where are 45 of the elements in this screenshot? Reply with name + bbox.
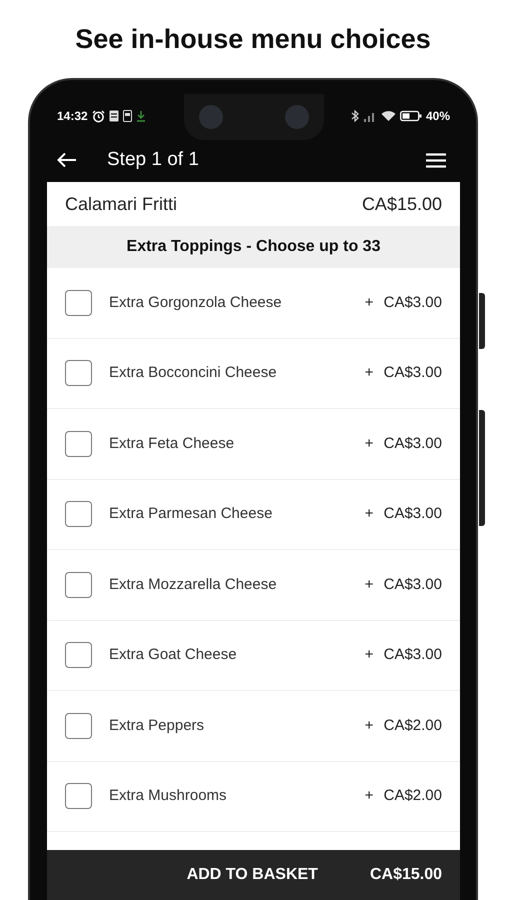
option-label: Extra Gorgonzola Cheese [109,292,283,312]
bluetooth-icon [350,110,359,122]
section-header: Extra Toppings - Choose up to 33 [47,226,460,268]
option-price: + CA$2.00 [364,786,442,806]
option-price: + CA$3.00 [364,504,442,524]
screen-title: Step 1 of 1 [107,148,200,172]
battery-icon [400,110,422,122]
checkbox[interactable] [65,290,92,316]
option-price: + CA$3.00 [364,645,442,665]
camera-lens-icon [198,104,224,130]
checkbox[interactable] [65,430,92,457]
wifi-icon [380,110,396,122]
option-price: + CA$2.00 [364,716,442,736]
status-time: 14:32 [57,108,88,125]
option-label: Extra Goat Cheese [109,645,238,665]
option-label: Extra Feta Cheese [109,434,236,454]
option-price: + CA$3.00 [364,292,442,312]
option-label: Extra Bocconcini Cheese [109,363,278,383]
battery-level: 40% [426,108,450,125]
camera-lens-icon [284,104,310,130]
option-price: + CA$3.00 [364,574,442,594]
option-price: + CA$3.00 [364,363,442,383]
alarm-icon [92,110,105,122]
option-price: + CA$3.00 [364,434,442,454]
add-to-basket-button[interactable]: ADD TO BASKET [186,863,318,887]
item-price: CA$15.00 [362,192,442,216]
checkbox[interactable] [65,572,92,598]
menu-icon[interactable] [426,152,446,168]
checkbox[interactable] [65,783,92,810]
checkbox[interactable] [65,360,92,386]
checkbox[interactable] [65,642,92,668]
caption: See in-house menu choices [75,22,431,56]
checkbox[interactable] [65,501,92,528]
item-name: Calamari Fritti [65,192,178,216]
checkbox[interactable] [65,712,92,739]
back-arrow-icon[interactable] [57,152,77,168]
option-label: Extra Parmesan Cheese [109,504,274,524]
notification-icon [122,110,132,122]
notification-icon [108,110,119,122]
option-label: Extra Mozzarella Cheese [109,574,278,594]
option-label: Extra Peppers [109,716,206,736]
option-label: Extra Mushrooms [109,786,228,806]
total-price: CA$15.00 [370,865,442,885]
download-icon [136,110,146,122]
signal-icon [362,110,377,122]
